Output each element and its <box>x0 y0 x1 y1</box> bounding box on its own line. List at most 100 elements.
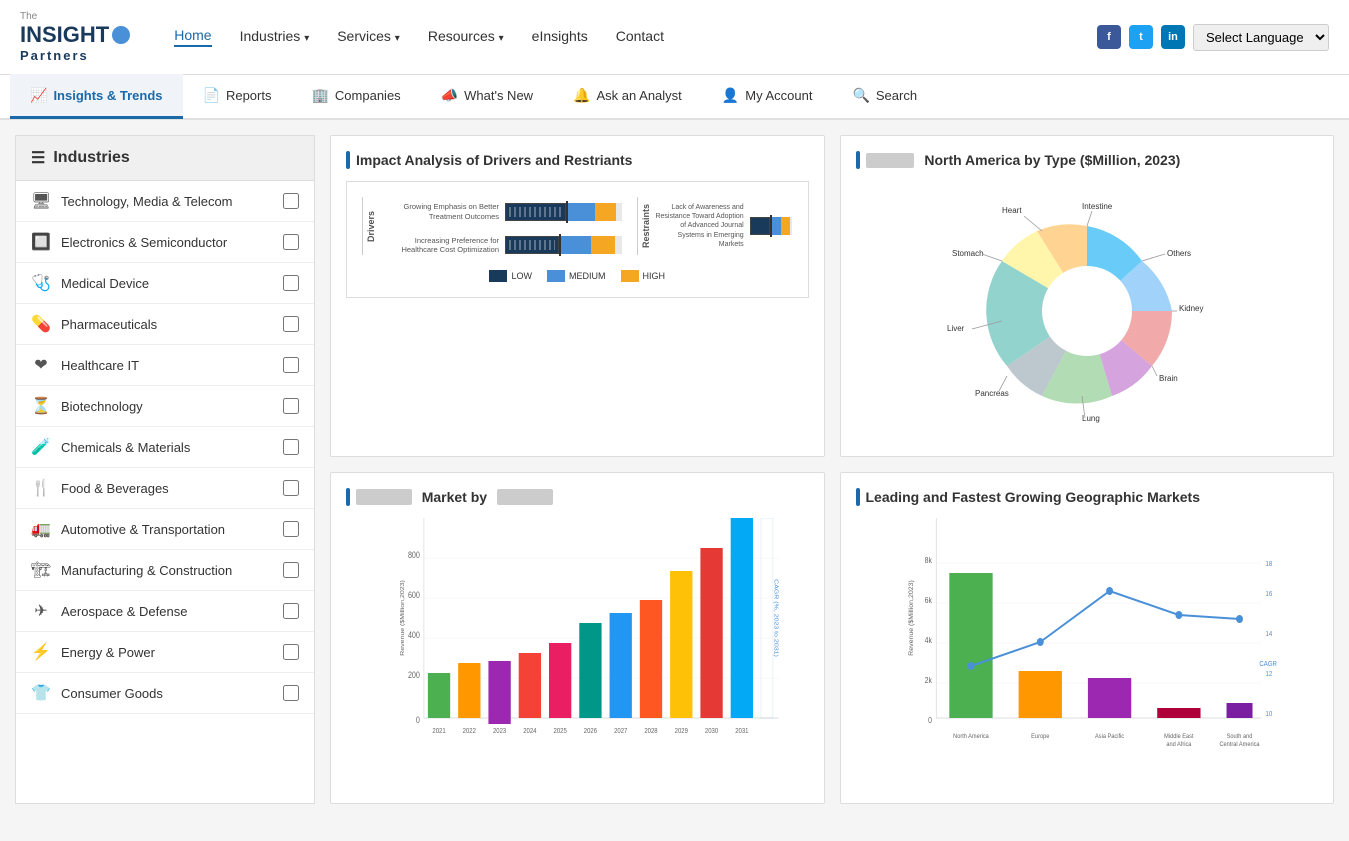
svg-text:CAGR (%, 2023 to 2031): CAGR (%, 2023 to 2031) <box>773 579 779 657</box>
header: The INSIGHT Partners Home Industries ▾ S… <box>0 0 1349 75</box>
subnav-whatsnew-label: What's New <box>464 88 533 103</box>
subnav-account[interactable]: 👤 My Account <box>702 74 833 119</box>
language-select[interactable]: Select Language <box>1193 24 1329 51</box>
market-blurred-2: ████ <box>497 489 553 505</box>
driver-row-2: Increasing Preference for Healthcare Cos… <box>379 236 622 256</box>
sidebar-label-0: Technology, Media & Telecom <box>61 194 233 209</box>
impact-chart-title: Impact Analysis of Drivers and Restriant… <box>346 151 809 169</box>
sidebar-title: ☰ Industries <box>16 136 314 181</box>
svg-text:Brain: Brain <box>1159 374 1178 383</box>
sidebar-checkbox-0[interactable] <box>283 193 299 209</box>
logo-the: The <box>20 11 130 22</box>
restraints-section: Restraints Lack of Awareness and Resista… <box>637 197 793 255</box>
sidebar-checkbox-8[interactable] <box>283 521 299 537</box>
sidebar-checkbox-1[interactable] <box>283 234 299 250</box>
linkedin-icon[interactable]: in <box>1161 25 1185 49</box>
sidebar-item-8[interactable]: 🚛 Automotive & Transportation <box>16 509 314 550</box>
svg-text:400: 400 <box>408 630 420 640</box>
sidebar-checkbox-10[interactable] <box>283 603 299 619</box>
svg-text:Others: Others <box>1167 249 1191 258</box>
donut-chart-container: Others Kidney Brain Lung Pancreas Liver … <box>856 181 1319 441</box>
sidebar-checkbox-6[interactable] <box>283 439 299 455</box>
logo-partners: Partners <box>20 48 130 63</box>
sidebar-item-12[interactable]: 👕 Consumer Goods <box>16 673 314 714</box>
sidebar-icon-3: 💊 <box>31 314 51 334</box>
donut-chart-title: ████ North America by Type ($Million, 20… <box>856 151 1319 169</box>
sidebar-checkbox-2[interactable] <box>283 275 299 291</box>
sidebar-item-0[interactable]: 🖥 Technology, Media & Telecom <box>16 181 314 222</box>
nav-services[interactable]: Services ▾ <box>337 28 400 46</box>
svg-text:Kidney: Kidney <box>1179 304 1203 313</box>
whatsnew-icon: 📣 <box>441 87 458 104</box>
sidebar-item-4[interactable]: ❤ Healthcare IT <box>16 345 314 386</box>
sidebar-item-1[interactable]: 🔲 Electronics & Semiconductor <box>16 222 314 263</box>
svg-text:2031: 2031 <box>735 727 748 735</box>
logo[interactable]: The INSIGHT Partners <box>20 11 130 63</box>
svg-text:Stomach: Stomach <box>952 249 984 258</box>
twitter-icon[interactable]: t <box>1129 25 1153 49</box>
sidebar-item-2[interactable]: 🩺 Medical Device <box>16 263 314 304</box>
svg-text:2029: 2029 <box>675 727 688 735</box>
legend-low-box <box>489 270 507 282</box>
sidebar-item-left-8: 🚛 Automotive & Transportation <box>31 519 225 539</box>
sidebar-checkbox-7[interactable] <box>283 480 299 496</box>
sidebar-checkbox-9[interactable] <box>283 562 299 578</box>
sidebar-checkbox-12[interactable] <box>283 685 299 701</box>
sidebar-checkbox-3[interactable] <box>283 316 299 332</box>
sidebar-item-11[interactable]: ⚡ Energy & Power <box>16 632 314 673</box>
facebook-icon[interactable]: f <box>1097 25 1121 49</box>
drivers-section: Drivers Growing Emphasis on Better Treat… <box>362 197 622 255</box>
sidebar-item-10[interactable]: ✈ Aerospace & Defense <box>16 591 314 632</box>
sidebar-item-9[interactable]: 🏗 Manufacturing & Construction <box>16 550 314 591</box>
sidebar-icon-7: 🍴 <box>31 478 51 498</box>
sidebar-item-6[interactable]: 🧪 Chemicals & Materials <box>16 427 314 468</box>
sidebar: ☰ Industries 🖥 Technology, Media & Telec… <box>15 135 315 804</box>
subnav-reports[interactable]: 📄 Reports <box>183 74 292 119</box>
svg-text:2024: 2024 <box>523 727 536 735</box>
subnav-companies[interactable]: 🏢 Companies <box>291 74 420 119</box>
sidebar-checkbox-11[interactable] <box>283 644 299 660</box>
subnav-search[interactable]: 🔍 Search <box>832 74 937 119</box>
sidebar-item-3[interactable]: 💊 Pharmaceuticals <box>16 304 314 345</box>
legend-high-box <box>621 270 639 282</box>
impact-legend: LOW MEDIUM HIGH <box>362 270 793 282</box>
subnav-analyst[interactable]: 🔔 Ask an Analyst <box>553 74 702 119</box>
driver-bars: Growing Emphasis on Better Treatment Out… <box>379 197 622 255</box>
sidebar-item-left-5: ⏳ Biotechnology <box>31 396 143 416</box>
svg-text:2k: 2k <box>924 676 932 686</box>
svg-text:Revenue ($Million,2023): Revenue ($Million,2023) <box>400 580 406 656</box>
subnav-account-label: My Account <box>745 88 812 103</box>
nav-home[interactable]: Home <box>174 27 211 47</box>
sidebar-label-2: Medical Device <box>61 276 149 291</box>
svg-text:Central America: Central America <box>1219 741 1260 748</box>
sidebar-item-left-4: ❤ Healthcare IT <box>31 355 139 375</box>
svg-text:16: 16 <box>1265 591 1272 598</box>
sidebar-item-left-11: ⚡ Energy & Power <box>31 642 155 662</box>
sidebar-label-4: Healthcare IT <box>61 358 139 373</box>
sidebar-item-left-7: 🍴 Food & Beverages <box>31 478 169 498</box>
svg-text:2030: 2030 <box>705 727 718 735</box>
svg-text:2025: 2025 <box>554 727 567 735</box>
sidebar-item-5[interactable]: ⏳ Biotechnology <box>16 386 314 427</box>
sidebar-icon-0: 🖥 <box>31 191 51 211</box>
sidebar-item-7[interactable]: 🍴 Food & Beverages <box>16 468 314 509</box>
sidebar-item-left-0: 🖥 Technology, Media & Telecom <box>31 191 233 211</box>
svg-text:14: 14 <box>1265 631 1272 638</box>
driver-label-1: Growing Emphasis on Better Treatment Out… <box>379 202 499 222</box>
sidebar-checkbox-4[interactable] <box>283 357 299 373</box>
subnav-whatsnew[interactable]: 📣 What's New <box>421 74 553 119</box>
nav-resources[interactable]: Resources ▾ <box>428 28 504 46</box>
sidebar-icon-10: ✈ <box>31 601 51 621</box>
svg-text:18: 18 <box>1265 561 1272 568</box>
sidebar-icon-2: 🩺 <box>31 273 51 293</box>
sidebar-item-left-1: 🔲 Electronics & Semiconductor <box>31 232 227 252</box>
subnav-companies-label: Companies <box>335 88 401 103</box>
sub-nav: 📈 Insights & Trends 📄 Reports 🏢 Companie… <box>0 75 1349 120</box>
nav-einsights[interactable]: eInsights <box>532 28 588 46</box>
nav-industries[interactable]: Industries ▾ <box>240 28 310 46</box>
nav-contact[interactable]: Contact <box>616 28 664 46</box>
drivers-label: Drivers <box>362 197 376 255</box>
subnav-insights[interactable]: 📈 Insights & Trends <box>10 74 183 119</box>
sidebar-label-5: Biotechnology <box>61 399 143 414</box>
sidebar-checkbox-5[interactable] <box>283 398 299 414</box>
